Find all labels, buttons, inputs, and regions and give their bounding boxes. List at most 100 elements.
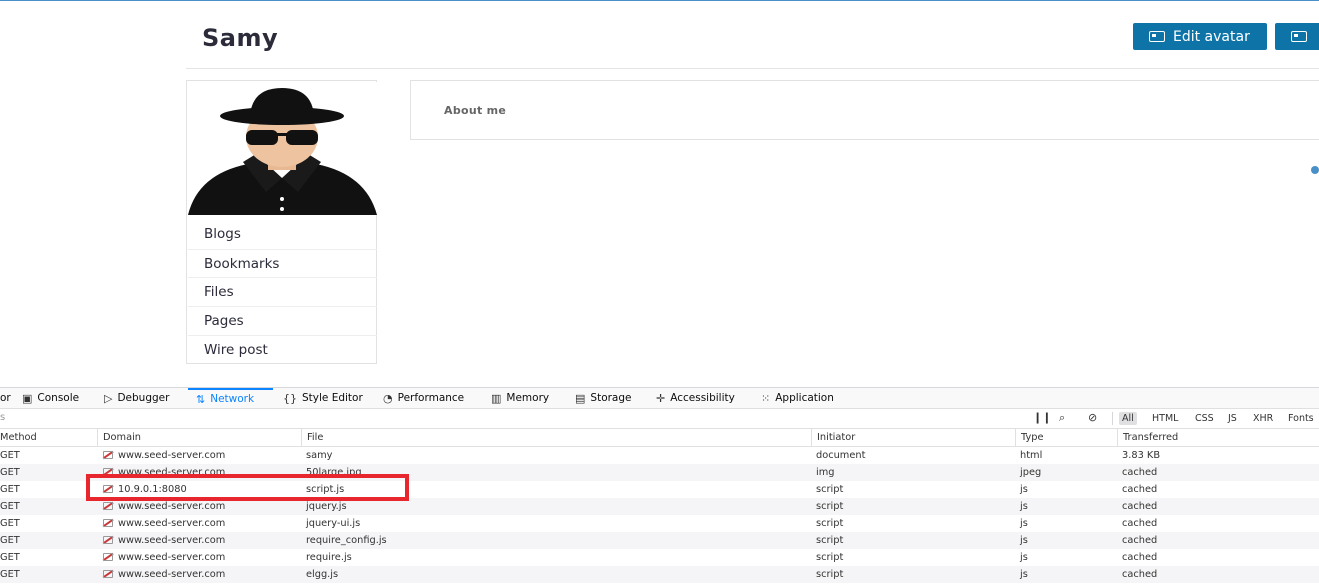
cell-type: js xyxy=(1020,569,1028,580)
style-editor-icon: {} xyxy=(283,391,297,405)
cell-type: js xyxy=(1020,501,1028,512)
table-row[interactable]: GET www.seed-server.com require_config.js s… xyxy=(0,532,1319,549)
col-file[interactable]: File xyxy=(301,429,811,446)
tab-style-editor[interactable]: {} Style Editor xyxy=(283,388,363,408)
table-row[interactable]: GET www.seed-server.com samy document html 3.… xyxy=(0,447,1319,464)
devtools-tabs: or ▣ Console ▷ Debugger ⇅ Network {} Style E… xyxy=(0,388,1319,409)
cell-initiator: script xyxy=(816,518,844,529)
cell-transferred: cached xyxy=(1122,518,1158,529)
filter-all[interactable]: All xyxy=(1119,412,1137,425)
cell-type: js xyxy=(1020,518,1028,529)
application-icon: ⁙ xyxy=(761,391,771,405)
cell-type: js xyxy=(1020,484,1028,495)
cell-domain: www.seed-server.com xyxy=(97,566,301,583)
cell-method: GET xyxy=(0,467,20,478)
cell-type: js xyxy=(1020,535,1028,546)
about-me-label: About me xyxy=(444,104,507,117)
col-transferred[interactable]: Transferred xyxy=(1117,429,1319,446)
menu-item-files[interactable]: Files xyxy=(188,277,377,306)
tab-application[interactable]: ⁙ Application xyxy=(761,388,834,408)
network-table: Method Domain File Initiator Type Transf… xyxy=(0,429,1319,583)
cell-transferred: cached xyxy=(1122,552,1158,563)
insecure-icon xyxy=(102,501,113,510)
col-domain[interactable]: Domain xyxy=(97,429,301,446)
table-body: GET www.seed-server.com samy document html 3.… xyxy=(0,447,1319,583)
cell-transferred: cached xyxy=(1122,501,1158,512)
filter-xhr[interactable]: XHR xyxy=(1250,412,1276,425)
cell-method: GET xyxy=(0,535,20,546)
cell-domain: www.seed-server.com xyxy=(97,515,301,532)
gear-icon[interactable] xyxy=(1311,166,1319,174)
avatar[interactable] xyxy=(188,82,377,215)
edit-profile-button[interactable] xyxy=(1275,23,1319,50)
pause-icon[interactable]: ❙❙ xyxy=(1033,411,1051,424)
cell-file: samy xyxy=(306,450,333,461)
filter-js[interactable]: JS xyxy=(1225,412,1240,425)
table-row[interactable]: GET www.seed-server.com elgg.js script js cac… xyxy=(0,566,1319,583)
tab-accessibility[interactable]: ✛ Accessibility xyxy=(656,388,735,408)
search-icon[interactable]: ⌕ xyxy=(1059,411,1065,425)
network-toolbar: s ❙❙ ⌕ ⊘ All HTML CSS JS XHR Fonts xyxy=(0,409,1319,429)
cell-type: jpeg xyxy=(1020,467,1042,478)
cell-domain: www.seed-server.com xyxy=(97,447,301,464)
tab-console[interactable]: ▣ Console xyxy=(22,388,79,408)
owner-block: Blogs Bookmarks Files Pages Wire post xyxy=(186,80,377,364)
col-method[interactable]: Method xyxy=(0,429,97,446)
tab-performance[interactable]: ◔ Performance xyxy=(383,388,464,408)
spy-avatar-icon xyxy=(188,88,377,215)
cell-type: js xyxy=(1020,552,1028,563)
cell-initiator: img xyxy=(816,467,835,478)
insecure-icon xyxy=(102,535,113,544)
cell-method: GET xyxy=(0,518,20,529)
edit-avatar-button[interactable]: Edit avatar xyxy=(1133,23,1267,50)
owner-menu: Blogs Bookmarks Files Pages Wire post xyxy=(188,220,377,363)
about-me-panel: About me xyxy=(410,80,1319,140)
highlight-annotation xyxy=(86,474,409,501)
cell-initiator: script xyxy=(816,569,844,580)
performance-icon: ◔ xyxy=(383,391,393,405)
page-title: Samy xyxy=(202,24,279,52)
cell-transferred: 3.83 KB xyxy=(1122,450,1161,461)
table-row[interactable]: GET www.seed-server.com jquery-ui.js script… xyxy=(0,515,1319,532)
col-type[interactable]: Type xyxy=(1015,429,1117,446)
cell-file: require.js xyxy=(306,552,352,563)
toolbar-divider xyxy=(1112,412,1113,425)
cell-transferred: cached xyxy=(1122,467,1158,478)
insecure-icon xyxy=(102,450,113,459)
memory-icon: ▥ xyxy=(491,391,502,405)
image-icon xyxy=(1149,31,1165,42)
cell-file: require_config.js xyxy=(306,535,387,546)
tab-truncated[interactable]: or xyxy=(0,388,11,408)
menu-item-wire-post[interactable]: Wire post xyxy=(188,334,377,364)
tab-debugger[interactable]: ▷ Debugger xyxy=(104,388,169,408)
cell-transferred: cached xyxy=(1122,535,1158,546)
filter-urls-input[interactable]: s xyxy=(0,412,5,423)
tab-network[interactable]: ⇅ Network xyxy=(188,388,273,408)
insecure-icon xyxy=(102,518,113,527)
cell-initiator: script xyxy=(816,501,844,512)
menu-item-pages[interactable]: Pages xyxy=(188,306,377,335)
menu-item-blogs[interactable]: Blogs xyxy=(188,220,377,249)
header-divider xyxy=(186,68,1319,69)
table-row[interactable]: GET www.seed-server.com require.js script js… xyxy=(0,549,1319,566)
cell-file: elgg.js xyxy=(306,569,339,580)
filter-css[interactable]: CSS xyxy=(1192,412,1217,425)
cell-domain: www.seed-server.com xyxy=(97,549,301,566)
cell-file: jquery-ui.js xyxy=(306,518,361,529)
cell-initiator: script xyxy=(816,552,844,563)
block-icon[interactable]: ⊘ xyxy=(1088,411,1097,424)
debugger-icon: ▷ xyxy=(104,391,113,405)
col-initiator[interactable]: Initiator xyxy=(811,429,1015,446)
tab-memory[interactable]: ▥ Memory xyxy=(491,388,549,408)
menu-item-bookmarks[interactable]: Bookmarks xyxy=(188,248,377,278)
cell-domain: www.seed-server.com xyxy=(97,532,301,549)
cell-initiator: script xyxy=(816,535,844,546)
table-header: Method Domain File Initiator Type Transf… xyxy=(0,429,1319,447)
tab-storage[interactable]: ▤ Storage xyxy=(575,388,632,408)
filter-fonts[interactable]: Fonts xyxy=(1285,412,1317,425)
insecure-icon xyxy=(102,552,113,561)
filter-html[interactable]: HTML xyxy=(1149,412,1181,425)
network-icon: ⇅ xyxy=(196,392,206,406)
id-card-icon xyxy=(1291,31,1307,42)
cell-type: html xyxy=(1020,450,1043,461)
